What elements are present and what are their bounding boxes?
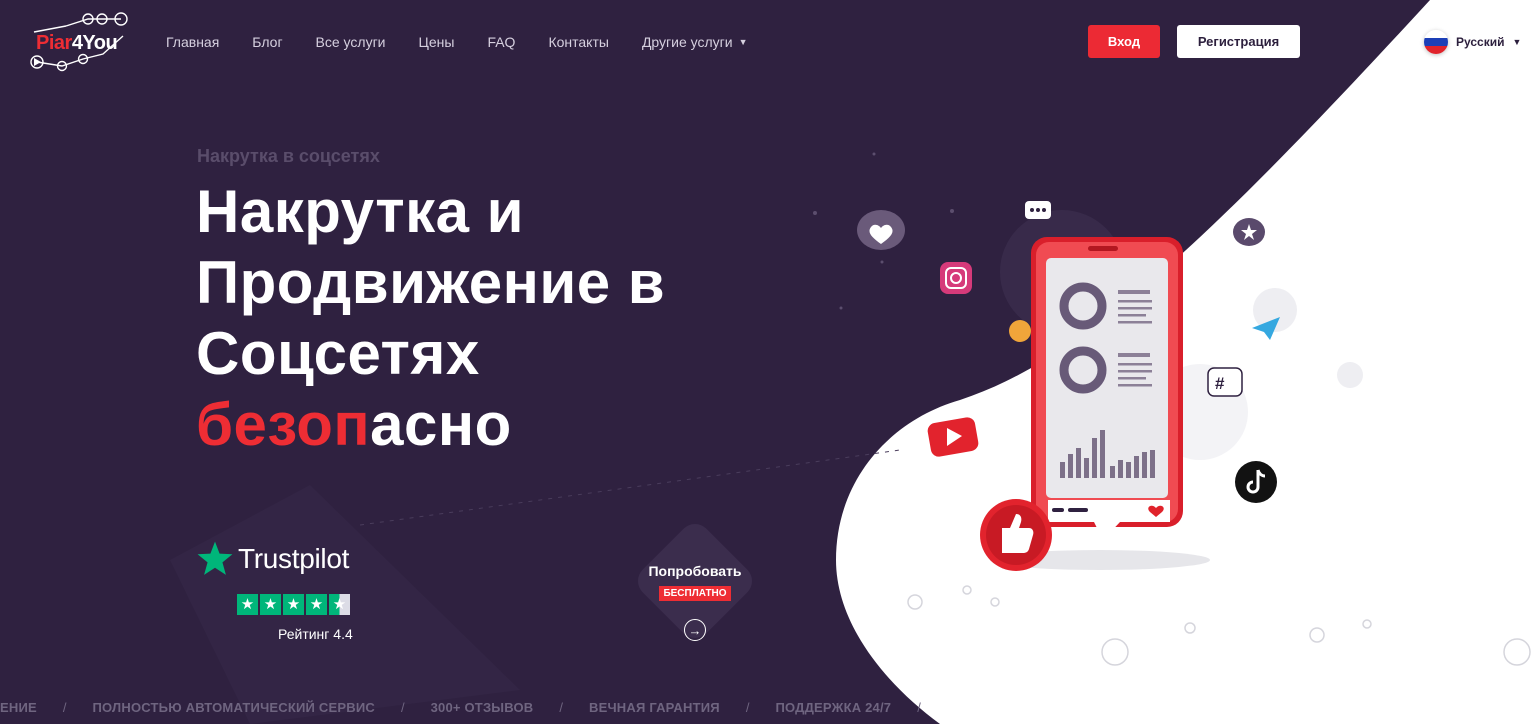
tiktok-icon — [1235, 461, 1277, 503]
youtube-icon — [927, 417, 979, 457]
ticker-item: ПОЛНОСТЬЮ АВТОМАТИЧЕСКИЙ СЕРВИС — [92, 699, 375, 715]
hashtag-icon — [1207, 367, 1243, 397]
ticker-separator: / — [559, 699, 564, 715]
phone-illustration: # — [813, 152, 1531, 666]
features-ticker: ЕНИЕ / ПОЛНОСТЬЮ АВТОМАТИЧЕСКИЙ СЕРВИС /… — [0, 690, 940, 724]
ticker-separator: / — [400, 699, 405, 715]
emoji-icon — [1009, 320, 1031, 342]
instagram-icon — [940, 262, 972, 294]
ticker-item: 300+ ОТЗЫВОВ — [430, 699, 534, 715]
ticker-separator: / — [62, 699, 67, 715]
ticker-item: ПОДДЕРЖКА 24/7 — [775, 699, 892, 715]
ticker-separator: / — [917, 699, 921, 715]
ticker-separator: / — [745, 699, 750, 715]
ticker-item: ВЕЧНАЯ ГАРАНТИЯ — [589, 699, 720, 715]
ticker-item: ЕНИЕ — [0, 699, 37, 715]
smartphone-illustration — [1031, 237, 1183, 540]
landing-page: Piar4You Главная Блог Все услуги Цены FA… — [0, 0, 1536, 724]
svg-text:#: # — [1215, 374, 1225, 393]
thumbs-up-icon — [980, 499, 1052, 571]
